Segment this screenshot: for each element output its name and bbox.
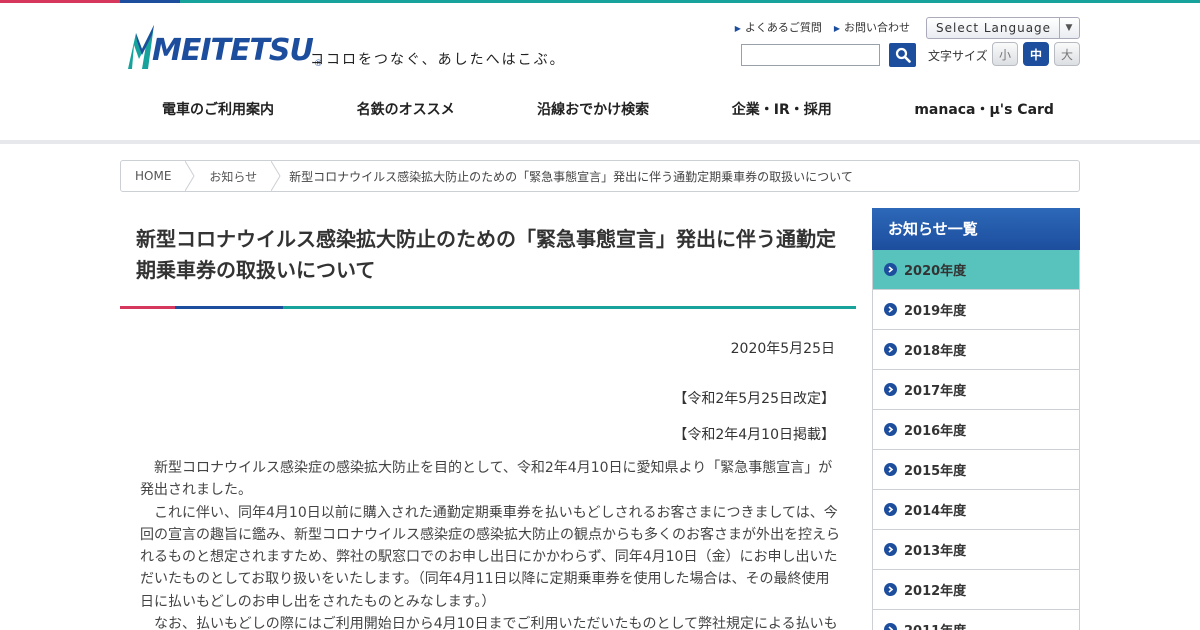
sidebar-item-label: 2018年度 xyxy=(904,344,967,359)
sidebar-item-2017[interactable]: 2017年度 xyxy=(873,370,1079,410)
search-icon xyxy=(895,47,911,63)
arrow-circle-icon xyxy=(884,263,897,276)
faq-link[interactable]: ▶ よくあるご質問 xyxy=(735,19,822,35)
search-button[interactable] xyxy=(889,43,916,67)
arrow-circle-icon xyxy=(884,463,897,476)
header-divider xyxy=(0,140,1200,144)
language-select-label: Select Language xyxy=(936,21,1052,35)
sidebar-item-label: 2019年度 xyxy=(904,304,967,319)
sidebar-item-2019[interactable]: 2019年度 xyxy=(873,290,1079,330)
gnav-item-manaca[interactable]: manaca・μ's Card xyxy=(914,99,1054,119)
article-date: 2020年5月25日 xyxy=(730,341,835,357)
sidebar-item-2015[interactable]: 2015年度 xyxy=(873,450,1079,490)
sidebar-item-2013[interactable]: 2013年度 xyxy=(873,530,1079,570)
arrow-circle-icon xyxy=(884,303,897,316)
logo-mark-icon xyxy=(122,23,158,73)
sidebar-year-list: 2020年度 2019年度 2018年度 2017年度 2016年度 2015年… xyxy=(872,250,1080,630)
sidebar-heading: お知らせ一覧 xyxy=(872,208,1080,250)
site-header: MEITETSU ® ココロをつなぐ、あしたへはこぶ。 ▶ よくあるご質問 ▶ お問… xyxy=(120,3,1080,140)
arrow-circle-icon xyxy=(884,543,897,556)
arrow-circle-icon xyxy=(884,343,897,356)
font-size-label: 文字サイズ xyxy=(928,49,988,63)
breadcrumb-news[interactable]: お知らせ xyxy=(195,161,271,191)
gnav-item-recommend[interactable]: 名鉄のオススメ xyxy=(357,99,455,119)
faq-link-label: よくあるご質問 xyxy=(744,21,822,34)
sidebar-item-2018[interactable]: 2018年度 xyxy=(873,330,1079,370)
triangle-right-icon: ▶ xyxy=(734,24,741,33)
title-underline xyxy=(120,306,856,309)
sidebar-item-2012[interactable]: 2012年度 xyxy=(873,570,1079,610)
sidebar-item-2016[interactable]: 2016年度 xyxy=(873,410,1079,450)
sidebar-item-2011[interactable]: 2011年度 xyxy=(873,610,1079,630)
arrow-circle-icon xyxy=(884,383,897,396)
breadcrumb-home[interactable]: HOME xyxy=(121,161,185,191)
sidebar-item-label: 2015年度 xyxy=(904,464,967,479)
gnav-item-train-guide[interactable]: 電車のご利用案内 xyxy=(162,99,274,119)
page-title: 新型コロナウイルス感染拡大防止のための「緊急事態宣言」発出に伴う通勤定期乗車券の… xyxy=(136,227,836,282)
logo-text: MEITETSU xyxy=(152,33,314,68)
meitetsu-logo[interactable]: MEITETSU ® xyxy=(122,23,323,73)
sidebar-item-label: 2011年度 xyxy=(904,620,966,630)
breadcrumb-current: 新型コロナウイルス感染拡大防止のための「緊急事態宣言」発出に伴う通勤定期乗車券の… xyxy=(289,169,853,184)
search-input[interactable] xyxy=(741,44,880,66)
utility-links: ▶ よくあるご質問 ▶ お問い合わせ xyxy=(735,19,910,35)
gnav-item-corporate[interactable]: 企業・IR・採用 xyxy=(732,99,832,119)
breadcrumb-separator-icon xyxy=(185,161,195,191)
gnav-item-outing-search[interactable]: 沿線おでかけ検索 xyxy=(537,99,649,119)
article-paragraph: なお、払いもどしの際にはご利用開始日から4月10日までご利用いただいたものとして… xyxy=(154,616,838,630)
triangle-right-icon: ▶ xyxy=(833,24,840,33)
chevron-down-icon: ▼ xyxy=(1059,18,1079,38)
breadcrumb: HOME お知らせ 新型コロナウイルス感染拡大防止のための「緊急事態宣言」発出に… xyxy=(120,160,1080,192)
article-published-note: 【令和2年4月10日掲載】 xyxy=(673,427,835,443)
article-body: 新型コロナウイルス感染症の感染拡大防止を目的として、令和2年4月10日に愛知県よ… xyxy=(140,457,840,630)
sidebar-item-label: 2017年度 xyxy=(904,384,967,399)
sidebar-item-label: 2014年度 xyxy=(904,504,967,519)
arrow-circle-icon xyxy=(884,583,897,596)
sidebar-item-2014[interactable]: 2014年度 xyxy=(873,490,1079,530)
font-size-large-button[interactable]: 大 xyxy=(1054,42,1080,66)
sidebar-item-label: 2013年度 xyxy=(904,544,967,559)
article-paragraph: 新型コロナウイルス感染症の感染拡大防止を目的として、令和2年4月10日に愛知県よ… xyxy=(140,460,833,499)
breadcrumb-separator-icon xyxy=(271,161,281,191)
arrow-circle-icon xyxy=(884,423,897,436)
arrow-circle-icon xyxy=(884,623,897,630)
sidebar-item-label: 2020年度 xyxy=(904,264,967,279)
arrow-circle-icon xyxy=(884,503,897,516)
font-size-medium-button[interactable]: 中 xyxy=(1023,42,1049,66)
global-nav: 電車のご利用案内 名鉄のオススメ 沿線おでかけ検索 企業・IR・採用 manac… xyxy=(120,99,1080,119)
sidebar-item-label: 2012年度 xyxy=(904,584,967,599)
font-size-small-button[interactable]: 小 xyxy=(992,42,1018,66)
article-revised-note: 【令和2年5月25日改定】 xyxy=(673,391,835,407)
contact-link[interactable]: ▶ お問い合わせ xyxy=(834,19,910,35)
sidebar-item-label: 2016年度 xyxy=(904,424,967,439)
contact-link-label: お問い合わせ xyxy=(844,21,910,34)
language-select[interactable]: Select Language ▼ xyxy=(926,17,1080,39)
article-paragraph: これに伴い、同年4月10日以前に購入された通勤定期乗車券を払いもどしされるお客さ… xyxy=(140,504,840,610)
news-sidebar: お知らせ一覧 2020年度 2019年度 2018年度 2017年度 2016年… xyxy=(872,208,1080,630)
tagline: ココロをつなぐ、あしたへはこぶ。 xyxy=(310,52,566,68)
sidebar-item-2020[interactable]: 2020年度 xyxy=(873,250,1079,290)
